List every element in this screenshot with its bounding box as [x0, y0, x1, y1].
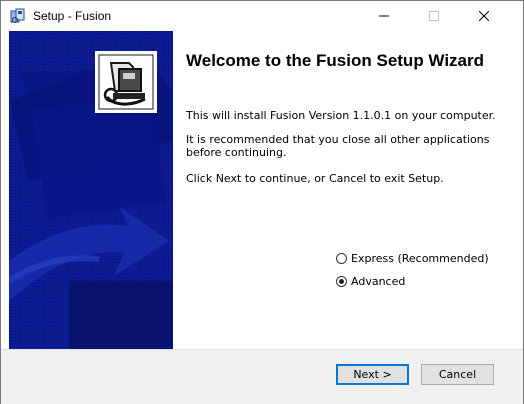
- setup-window: Setup - Fusion Welcome to the Fusion Set…: [0, 0, 524, 404]
- minimize-icon: [379, 15, 389, 17]
- next-button[interactable]: Next >: [336, 364, 409, 385]
- wizard-side-panel: [9, 31, 173, 349]
- wizard-content: Welcome to the Fusion Setup Wizard This …: [9, 31, 515, 349]
- maximize-button[interactable]: [411, 1, 457, 31]
- window-title: Setup - Fusion: [33, 9, 112, 23]
- title-bar: Setup - Fusion: [1, 1, 523, 31]
- installer-logo: [95, 51, 157, 113]
- advanced-radio[interactable]: [336, 276, 347, 287]
- express-option[interactable]: Express (Recommended): [336, 252, 489, 265]
- minimize-button[interactable]: [361, 1, 407, 31]
- close-apps-recommendation: It is recommended that you close all oth…: [186, 133, 490, 159]
- welcome-heading: Welcome to the Fusion Setup Wizard: [186, 51, 484, 70]
- continue-instruction: Click Next to continue, or Cancel to exi…: [186, 172, 444, 185]
- install-description: This will install Fusion Version 1.1.0.1…: [186, 109, 496, 122]
- close-button[interactable]: [461, 1, 507, 31]
- installer-app-icon: [10, 8, 26, 24]
- advanced-option[interactable]: Advanced: [336, 275, 405, 288]
- close-icon: [479, 11, 489, 21]
- express-label: Express (Recommended): [351, 252, 489, 265]
- cancel-button[interactable]: Cancel: [421, 364, 494, 385]
- maximize-icon: [429, 11, 439, 21]
- express-radio[interactable]: [336, 253, 347, 264]
- wizard-footer: Next > Cancel: [1, 349, 523, 404]
- advanced-label: Advanced: [351, 275, 406, 288]
